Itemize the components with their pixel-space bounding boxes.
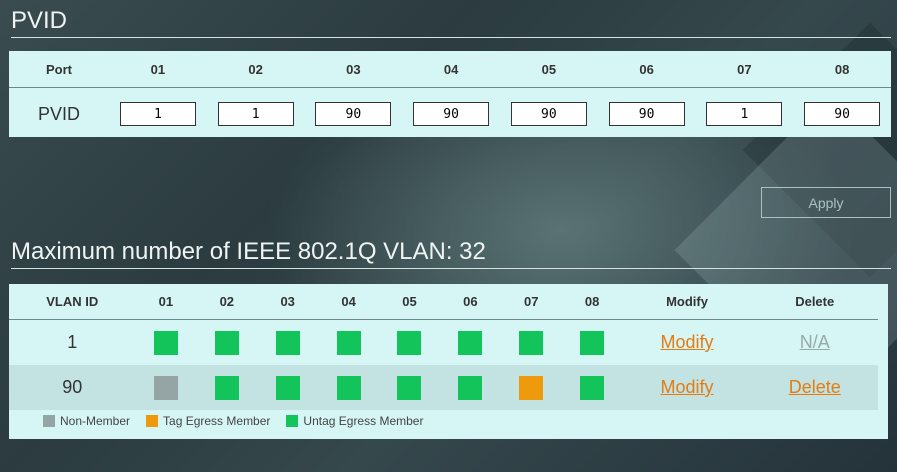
- membership-legend: Non-Member Tag Egress Member Untag Egres…: [43, 414, 439, 428]
- modify-link[interactable]: Modify: [661, 377, 714, 397]
- port-header-05: 05: [500, 51, 598, 88]
- membership-indicator: [275, 375, 300, 400]
- delete-header: Delete: [751, 284, 878, 320]
- membership-indicator: [519, 330, 544, 355]
- port-header-02: 02: [206, 51, 305, 88]
- pvid-table: Port 01 02 03 04 05 06 07 08 PVID: [9, 51, 891, 140]
- legend-item-tag-egress: Tag Egress Member: [146, 414, 270, 428]
- port-header-01: 01: [109, 51, 207, 88]
- membership-indicator: [214, 375, 239, 400]
- vlan-id-header: VLAN ID: [9, 284, 136, 320]
- vlan-row-90: 90 Modify Delete: [9, 365, 878, 410]
- membership-indicator: [214, 330, 239, 355]
- port-header-07: 07: [695, 51, 794, 88]
- legend-label: Untag Egress Member: [303, 414, 424, 428]
- pvid-section-title: PVID: [11, 6, 891, 38]
- modify-header: Modify: [622, 284, 752, 320]
- pvid-input-port-04[interactable]: [413, 102, 490, 126]
- membership-indicator: [397, 330, 422, 355]
- untag-egress-swatch: [286, 415, 299, 427]
- port-header-03: 03: [304, 51, 403, 88]
- vlan-panel: VLAN ID 01 02 03 04 05 06 07 08 Modify D…: [9, 284, 888, 439]
- port-header-06: 06: [439, 284, 501, 320]
- non-member-swatch: [43, 415, 55, 427]
- pvid-input-port-08[interactable]: [804, 102, 881, 126]
- legend-label: Tag Egress Member: [163, 414, 271, 428]
- modify-link[interactable]: Modify: [661, 332, 714, 352]
- tag-egress-swatch: [146, 415, 159, 427]
- membership-indicator: [336, 330, 361, 355]
- membership-indicator: [519, 375, 544, 400]
- legend-label: Non-Member: [60, 414, 131, 428]
- pvid-input-port-02[interactable]: [217, 102, 294, 126]
- vlan-section-title: Maximum number of IEEE 802.1Q VLAN: 32: [11, 237, 891, 269]
- pvid-input-port-05[interactable]: [510, 102, 587, 126]
- membership-indicator: [458, 330, 483, 355]
- membership-indicator: [580, 375, 605, 400]
- pvid-input-port-01[interactable]: [119, 102, 196, 126]
- port-header-06: 06: [597, 51, 696, 88]
- vlan-table: VLAN ID 01 02 03 04 05 06 07 08 Modify D…: [9, 284, 878, 410]
- port-header-02: 02: [196, 284, 258, 320]
- pvid-row: PVID: [9, 88, 891, 141]
- port-header-08: 08: [561, 284, 623, 320]
- port-header: Port: [9, 51, 109, 88]
- vlan-id-cell: 90: [9, 365, 136, 410]
- port-header-04: 04: [402, 51, 500, 88]
- port-header-03: 03: [257, 284, 319, 320]
- apply-button[interactable]: Apply: [761, 187, 891, 218]
- membership-indicator: [153, 375, 178, 400]
- pvid-input-port-07[interactable]: [706, 102, 783, 126]
- port-header-07: 07: [500, 284, 562, 320]
- pvid-panel: Port 01 02 03 04 05 06 07 08 PVID: [9, 51, 891, 137]
- vlan-id-cell: 1: [67, 332, 78, 352]
- port-header-05: 05: [379, 284, 440, 320]
- membership-indicator: [458, 375, 483, 400]
- port-header-08: 08: [793, 51, 891, 88]
- pvid-input-port-06[interactable]: [608, 102, 685, 126]
- delete-link[interactable]: Delete: [789, 377, 841, 397]
- port-header-01: 01: [135, 284, 197, 320]
- membership-indicator: [336, 375, 361, 400]
- membership-indicator: [397, 375, 422, 400]
- membership-indicator: [580, 330, 605, 355]
- membership-indicator: [153, 330, 178, 355]
- legend-item-non-member: Non-Member: [43, 414, 130, 428]
- delete-link-disabled: N/A: [799, 332, 830, 352]
- pvid-row-label: PVID: [37, 103, 80, 124]
- vlan-row-1: 1 Modify N/A: [9, 320, 878, 366]
- membership-indicator: [275, 330, 300, 355]
- port-header-04: 04: [318, 284, 380, 320]
- legend-item-untag-egress: Untag Egress Member: [286, 414, 423, 428]
- pvid-input-port-03[interactable]: [315, 102, 392, 126]
